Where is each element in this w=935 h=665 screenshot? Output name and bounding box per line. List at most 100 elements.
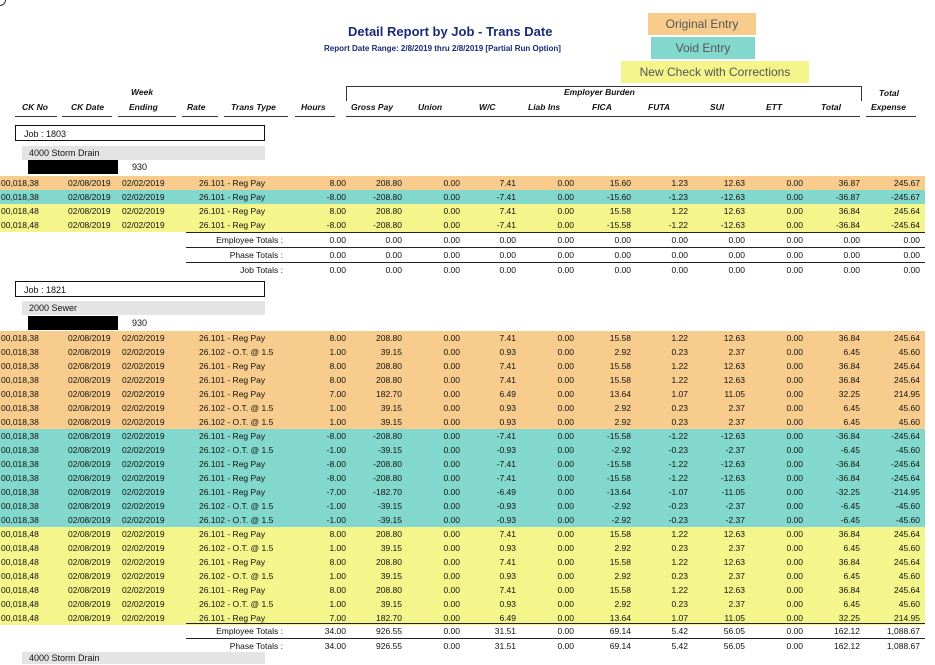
cell-rate-trans-type: 26.102 - O.T. @ 1.5 xyxy=(199,347,274,357)
cell-liab-ins: 0.00 xyxy=(557,515,574,525)
cell-hours: 1.00 xyxy=(329,571,346,581)
cell-gross-pay: -39.15 xyxy=(377,445,402,455)
cell-ett: 0.00 xyxy=(786,599,803,609)
cell-ck-date: 02/08/2019 xyxy=(68,473,111,483)
cell-wc: -7.41 xyxy=(496,473,516,483)
cell-total: 36.87 xyxy=(838,178,860,188)
cell-fica: 2.92 xyxy=(614,403,631,413)
cell-liab-ins: 0.00 xyxy=(557,571,574,581)
cell-ck-date: 02/08/2019 xyxy=(68,403,111,413)
cell-ck-date: 02/08/2019 xyxy=(68,571,111,581)
cell-fica: -15.58 xyxy=(606,431,631,441)
cell-union: 0.00 xyxy=(443,375,460,385)
cell-hours: 0.00 xyxy=(329,235,346,245)
cell-ck-date: 02/08/2019 xyxy=(68,361,111,371)
cell-gross-pay: 0.00 xyxy=(385,265,402,275)
cell-ck-date: 02/08/2019 xyxy=(68,333,111,343)
cell-week-ending: 02/02/2019 xyxy=(122,361,165,371)
cell-rate-trans-type: 26.102 - O.T. @ 1.5 xyxy=(199,599,274,609)
header-underline xyxy=(866,116,916,117)
totals-row: Employee Totals : 0.00 0.00 0.00 0.00 0.00 0.0… xyxy=(0,233,925,247)
cell-ett: 0.00 xyxy=(786,487,803,497)
cell-gross-pay: -39.15 xyxy=(377,515,402,525)
cell-hours: 1.00 xyxy=(329,543,346,553)
cell-sui: 2.37 xyxy=(728,403,745,413)
cell-ett: 0.00 xyxy=(786,473,803,483)
cell-gross-pay: 208.80 xyxy=(376,178,402,188)
cell-wc: 0.00 xyxy=(499,250,516,260)
table-row: 00,018,48 02/08/2019 02/02/2019 26.101 - Re… xyxy=(0,555,925,569)
cell-liab-ins: 0.00 xyxy=(557,206,574,216)
cell-union: 0.00 xyxy=(443,543,460,553)
cell-total: 162.12 xyxy=(834,626,860,636)
cell-rate-trans-type: 26.101 - Reg Pay xyxy=(199,529,266,539)
cell-futa: 1.22 xyxy=(671,333,688,343)
report-date-range: Report Date Range: 2/8/2019 thru 2/8/201… xyxy=(324,44,561,53)
cell-sui: 56.05 xyxy=(723,641,745,651)
cell-sui: 2.37 xyxy=(728,543,745,553)
cell-union: 0.00 xyxy=(443,641,460,651)
cell-sui: -2.37 xyxy=(725,515,745,525)
cell-wc: 0.93 xyxy=(499,417,516,427)
cell-rate-trans-type: 26.102 - O.T. @ 1.5 xyxy=(199,501,274,511)
cell-gross-pay: -208.80 xyxy=(373,192,402,202)
cell-liab-ins: 0.00 xyxy=(557,265,574,275)
cell-total: 36.84 xyxy=(838,361,860,371)
cell-total: 6.45 xyxy=(843,403,860,413)
cell-gross-pay: 208.80 xyxy=(376,333,402,343)
cell-union: 0.00 xyxy=(443,529,460,539)
cell-gross-pay: 926.55 xyxy=(376,641,402,651)
cell-futa: -1.22 xyxy=(668,459,688,469)
cell-fica: -15.58 xyxy=(606,459,631,469)
cell-wc: -0.93 xyxy=(496,501,516,511)
cell-sui: -11.05 xyxy=(721,487,745,497)
cell-sui: -12.63 xyxy=(720,473,745,483)
employee-number: 930 xyxy=(132,318,148,328)
cell-union: 0.00 xyxy=(443,473,460,483)
cell-futa: 5.42 xyxy=(671,626,688,636)
cell-rate-trans-type: 26.102 - O.T. @ 1.5 xyxy=(199,403,274,413)
col-ck-date: CK Date xyxy=(71,102,105,112)
cell-ck-date: 02/08/2019 xyxy=(68,178,111,188)
cell-ett: 0.00 xyxy=(786,250,803,260)
cell-ck-no: 00,018,38 xyxy=(1,347,39,357)
cell-expense: 45.60 xyxy=(898,599,920,609)
cell-fica: -15.58 xyxy=(606,473,631,483)
cell-sui: 0.00 xyxy=(728,235,745,245)
cell-week-ending: 02/02/2019 xyxy=(122,347,165,357)
col-liab-ins: Liab Ins xyxy=(528,102,561,112)
cell-gross-pay: 39.15 xyxy=(380,403,402,413)
cell-ett: 0.00 xyxy=(786,192,803,202)
cell-total: 6.45 xyxy=(843,571,860,581)
cell-ck-date: 02/08/2019 xyxy=(68,445,111,455)
cell-sui: -2.37 xyxy=(725,445,745,455)
cell-union: 0.00 xyxy=(443,417,460,427)
cell-ck-no: 00,018,38 xyxy=(1,515,39,525)
cell-fica: 15.58 xyxy=(609,585,631,595)
cell-rate-trans-type: 26.101 - Reg Pay xyxy=(199,557,266,567)
cell-hours: 8.00 xyxy=(329,557,346,567)
cell-ck-date: 02/08/2019 xyxy=(68,515,111,525)
cell-expense: 0.00 xyxy=(903,250,920,260)
cell-ett: 0.00 xyxy=(786,613,803,623)
cell-liab-ins: 0.00 xyxy=(557,375,574,385)
cell-ck-date: 02/08/2019 xyxy=(68,192,111,202)
cell-fica: 15.58 xyxy=(609,529,631,539)
cell-gross-pay: -208.80 xyxy=(373,459,402,469)
cell-fica: 15.58 xyxy=(609,206,631,216)
table-row: 00,018,38 02/08/2019 02/02/2019 26.102 - O.… xyxy=(0,499,925,513)
cell-fica: 15.58 xyxy=(609,375,631,385)
cell-ett: 0.00 xyxy=(786,220,803,230)
cell-week-ending: 02/02/2019 xyxy=(122,571,165,581)
cell-hours: 34.00 xyxy=(324,626,346,636)
cell-ett: 0.00 xyxy=(786,178,803,188)
cell-fica: 2.92 xyxy=(614,599,631,609)
cell-expense: 45.60 xyxy=(898,403,920,413)
cell-expense: 1,088.67 xyxy=(886,641,920,651)
cell-hours: 8.00 xyxy=(329,361,346,371)
cell-week-ending: 02/02/2019 xyxy=(122,613,165,623)
cell-gross-pay: 182.70 xyxy=(376,613,402,623)
window-corner-icon xyxy=(0,0,6,6)
cell-sui: 11.05 xyxy=(724,389,745,399)
cell-ck-date: 02/08/2019 xyxy=(68,206,111,216)
